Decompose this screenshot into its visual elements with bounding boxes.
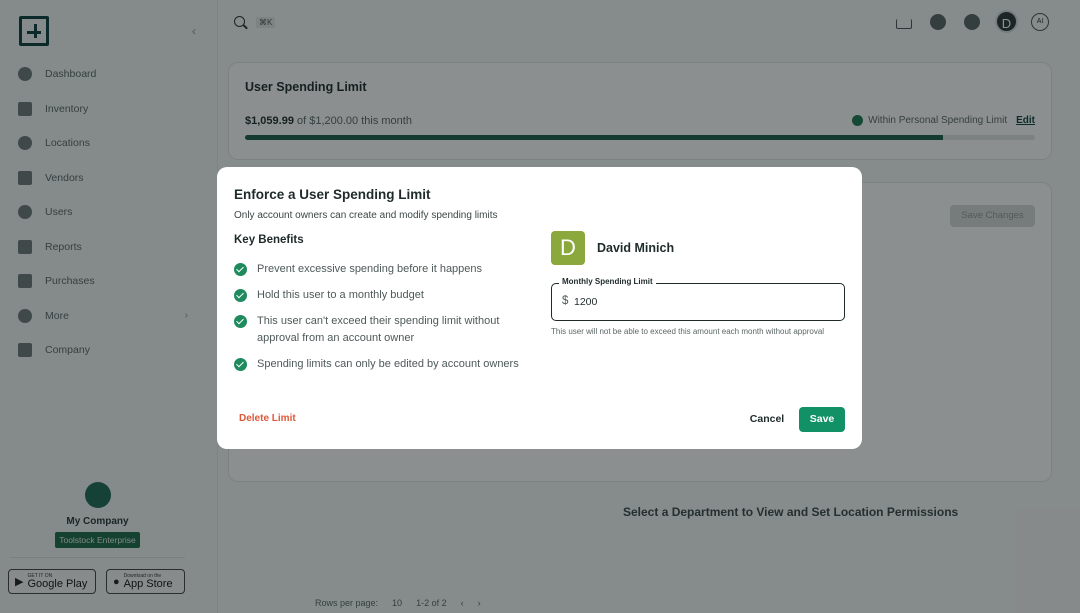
cancel-button[interactable]: Cancel xyxy=(743,407,791,431)
list-item: Prevent excessive spending before it hap… xyxy=(234,261,534,278)
field-help-text: This user will not be able to exceed thi… xyxy=(551,327,825,336)
list-item: This user can't exceed their spending li… xyxy=(234,313,534,347)
save-button[interactable]: Save xyxy=(799,407,845,432)
benefit-text: Spending limits can only be edited by ac… xyxy=(257,358,519,370)
benefit-text: Prevent excessive spending before it hap… xyxy=(257,263,483,275)
spending-limit-modal: Enforce a User Spending Limit Only accou… xyxy=(217,167,862,449)
avatar: D xyxy=(551,231,585,265)
check-circle-icon xyxy=(234,289,247,302)
check-circle-icon xyxy=(234,358,247,371)
check-circle-icon xyxy=(234,315,247,328)
check-circle-icon xyxy=(234,263,247,276)
benefit-text: Hold this user to a monthly budget xyxy=(257,289,424,301)
modal-subtitle: Only account owners can create and modif… xyxy=(234,210,498,221)
benefits-heading: Key Benefits xyxy=(234,234,304,246)
delete-limit-button[interactable]: Delete Limit xyxy=(239,413,296,424)
benefit-text: This user can't exceed their spending li… xyxy=(257,315,500,344)
currency-prefix: $ xyxy=(562,295,569,307)
monthly-limit-field[interactable]: Monthly Spending Limit $ xyxy=(551,277,845,321)
benefits-list: Prevent excessive spending before it hap… xyxy=(234,261,534,382)
user-name: David Minich xyxy=(597,241,675,255)
list-item: Hold this user to a monthly budget xyxy=(234,287,534,304)
list-item: Spending limits can only be edited by ac… xyxy=(234,356,534,373)
modal-title: Enforce a User Spending Limit xyxy=(234,187,431,202)
field-label: Monthly Spending Limit xyxy=(559,277,656,286)
monthly-limit-input[interactable] xyxy=(574,293,824,311)
